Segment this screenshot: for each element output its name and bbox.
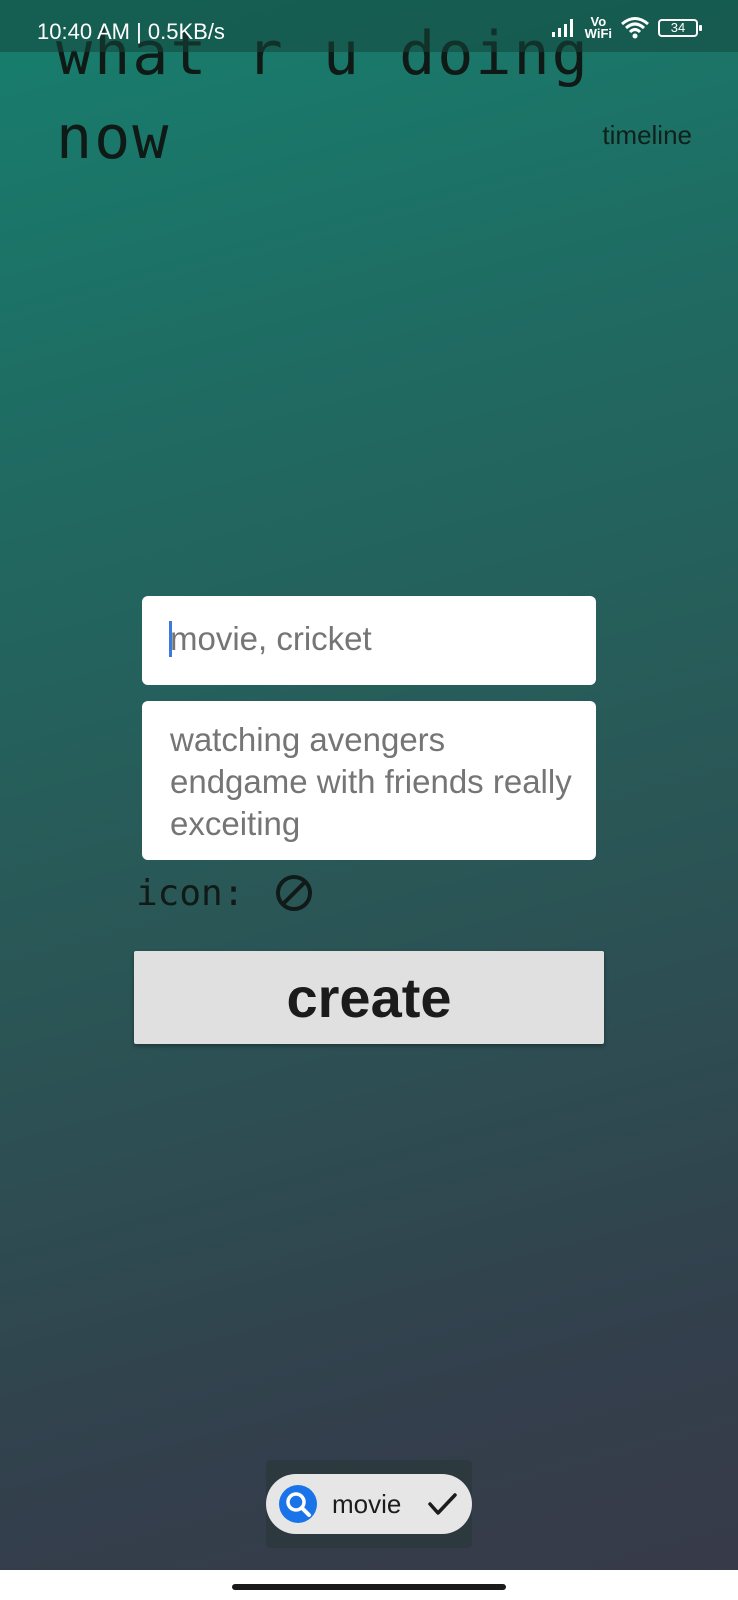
battery-level: 34	[670, 20, 686, 35]
text-cursor	[169, 621, 172, 657]
signal-icon	[551, 19, 573, 37]
tags-placeholder: movie, cricket	[170, 620, 372, 657]
app-screen: 10:40 AM | 0.5KB/s Vo WiFi 34 what r u d…	[0, 0, 738, 1600]
search-icon	[279, 1485, 317, 1523]
search-chip[interactable]: movie	[266, 1474, 472, 1534]
search-chip-text: movie	[332, 1488, 402, 1519]
create-button[interactable]: create	[134, 951, 604, 1044]
status-icons: Vo WiFi 34	[551, 14, 702, 42]
vowifi-icon: Vo WiFi	[584, 15, 612, 41]
battery-icon: 34	[658, 19, 702, 37]
wifi-icon	[621, 17, 649, 39]
tags-input[interactable]: movie, cricket	[142, 596, 596, 685]
description-input[interactable]: watching avengers endgame with friends r…	[142, 701, 596, 860]
no-icon-selected-icon[interactable]	[274, 873, 314, 913]
icon-picker-row: icon:	[136, 868, 314, 918]
status-time-speed: 10:40 AM | 0.5KB/s	[37, 19, 225, 44]
navigation-bar	[0, 1570, 738, 1600]
icon-label: icon:	[136, 872, 245, 914]
check-icon[interactable]	[424, 1486, 460, 1522]
search-suggestion-panel: movie	[266, 1460, 472, 1548]
volte-bottom-label: WiFi	[584, 26, 612, 41]
home-indicator[interactable]	[232, 1584, 506, 1590]
status-bar: 10:40 AM | 0.5KB/s Vo WiFi 34	[0, 0, 738, 52]
description-text: watching avengers endgame with friends r…	[170, 721, 572, 842]
